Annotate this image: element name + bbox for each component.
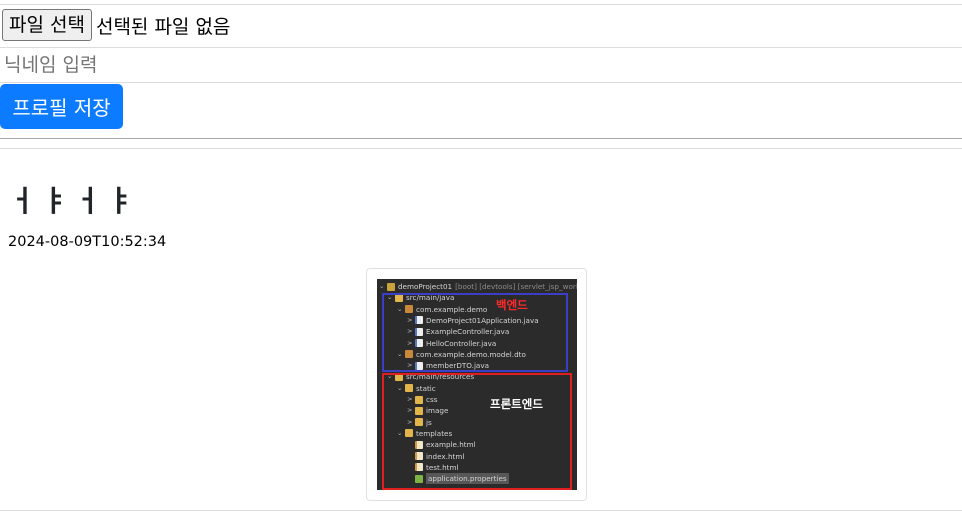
frontend-highlight-box [382,373,572,490]
tree-item-label: demoProject01 [398,282,453,291]
bottom-divider [0,510,962,511]
save-profile-button[interactable]: 프로필 저장 [0,84,123,129]
post-date: 2024-08-09T10:52:34 [8,234,167,250]
divider [0,47,962,48]
file-status-text: 선택된 파일 없음 [95,15,231,38]
project-explorer-screenshot: ⌄ demoProject01 [boot] [devtools] [servlet… [377,279,577,490]
file-upload-row: 파일 선택 선택된 파일 없음 [2,8,230,42]
post-title: ㅓㅑㅓㅑ [9,184,140,218]
post-image: ⌄ demoProject01 [boot] [devtools] [servlet… [366,268,587,501]
divider [0,82,962,83]
backend-label: 백엔드 [496,298,528,312]
divider [0,138,962,139]
backend-highlight-box [382,293,568,372]
tree-item-tags: [boot] [devtools] [servlet_jsp_work [455,282,577,291]
proj-icon [387,282,395,291]
top-divider [0,4,962,5]
chevron-down-icon[interactable]: ⌄ [379,281,387,292]
divider [0,148,962,149]
choose-file-button[interactable]: 파일 선택 [2,9,92,41]
frontend-label: 프론트엔드 [490,397,543,411]
nickname-input[interactable] [0,50,960,80]
tree-item[interactable]: ⌄ demoProject01 [boot] [devtools] [servlet… [379,281,577,292]
